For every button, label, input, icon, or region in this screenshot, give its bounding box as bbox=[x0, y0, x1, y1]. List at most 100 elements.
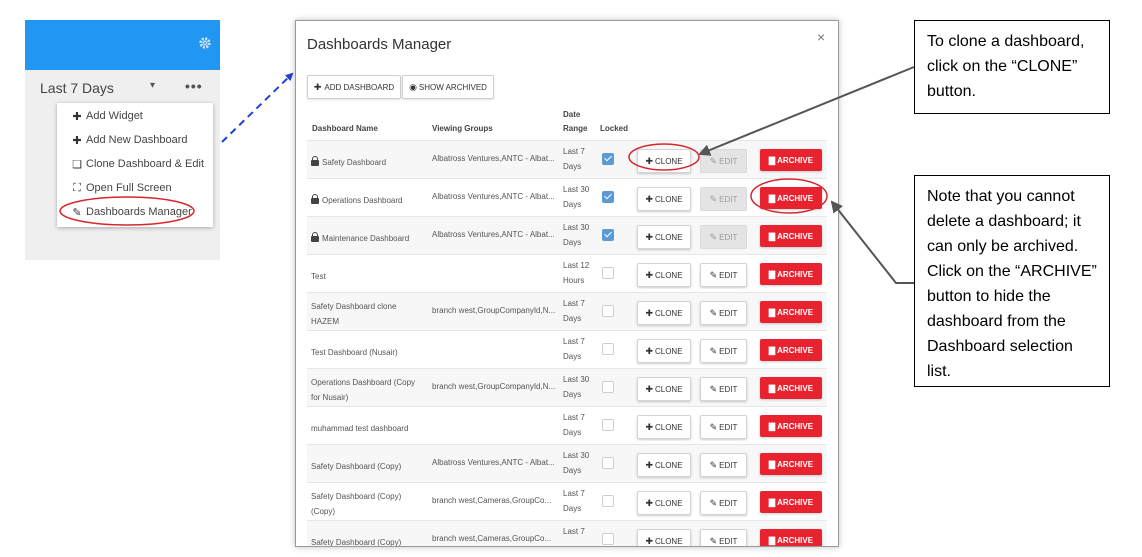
add-dashboard-button[interactable]: ✚ ADD DASHBOARD bbox=[307, 75, 401, 99]
dashboard-name-text: Test Dashboard (Nusair) bbox=[311, 347, 398, 357]
locked-checkbox[interactable] bbox=[602, 191, 614, 203]
edit-label: EDIT bbox=[719, 460, 738, 470]
viewing-groups: branch west,Cameras,GroupCo... bbox=[432, 534, 552, 543]
more-menu-icon[interactable]: ••• bbox=[185, 78, 203, 94]
clone-button[interactable]: ✚ CLONE bbox=[637, 339, 691, 363]
date-range-selector[interactable]: Last 7 Days bbox=[40, 80, 114, 96]
table-row: muhammad test dashboard Last 7 Days ✚ CLONE ✎… bbox=[307, 406, 827, 445]
clone-button[interactable]: ✚ CLONE bbox=[637, 529, 691, 546]
add-dashboard-label: ADD DASHBOARD bbox=[324, 82, 395, 92]
viewing-groups: branch west,Cameras,GroupCo... bbox=[432, 496, 552, 505]
clone-button[interactable]: ✚ CLONE bbox=[637, 149, 691, 173]
date-range: Last 7 Days bbox=[563, 486, 597, 516]
date-range-line-1: Last 7 bbox=[563, 527, 585, 536]
archive-button[interactable]: ▇ ARCHIVE bbox=[760, 149, 822, 171]
locked-checkbox[interactable] bbox=[602, 457, 614, 469]
chevron-down-icon[interactable]: ▾ bbox=[150, 80, 155, 91]
edit-button[interactable]: ✎ EDIT bbox=[700, 529, 747, 546]
table-row: Maintenance Dashboard Albatross Ventures,… bbox=[307, 216, 827, 255]
edit-label: EDIT bbox=[719, 156, 738, 166]
archive-button[interactable]: ▇ ARCHIVE bbox=[760, 225, 822, 247]
plus-icon: ✚ bbox=[645, 383, 653, 394]
table-row: Safety Dashboard (Copy) Albatross Venture… bbox=[307, 444, 827, 483]
edit-button[interactable]: ✎ EDIT bbox=[700, 225, 747, 249]
edit-button[interactable]: ✎ EDIT bbox=[700, 301, 747, 325]
clone-label: CLONE bbox=[654, 156, 683, 166]
dashboard-name-text: Safety Dashboard (Copy) bbox=[311, 461, 402, 471]
menu-item-label: Open Full Screen bbox=[86, 182, 172, 194]
locked-checkbox[interactable] bbox=[602, 343, 614, 355]
locked-checkbox[interactable] bbox=[602, 533, 614, 545]
edit-button[interactable]: ✎ EDIT bbox=[700, 339, 747, 363]
menu-item-label: Add New Dashboard bbox=[86, 134, 188, 146]
clone-button[interactable]: ✚ CLONE bbox=[637, 377, 691, 401]
edit-icon: ✎ bbox=[709, 307, 718, 318]
menu-item-dashboards-manager[interactable]: ✎ Dashboards Manager bbox=[71, 203, 191, 221]
clone-button[interactable]: ✚ CLONE bbox=[637, 415, 691, 439]
clone-button[interactable]: ✚ CLONE bbox=[637, 225, 691, 249]
edit-icon: ✎ bbox=[709, 383, 718, 394]
edit-icon: ✎ bbox=[709, 535, 718, 546]
dashboard-name: Test bbox=[311, 261, 421, 291]
table-row: Operations Dashboard Albatross Ventures,A… bbox=[307, 178, 827, 217]
gear-icon[interactable] bbox=[198, 36, 212, 50]
date-range: Last 7 Days bbox=[563, 334, 597, 364]
archive-label: ARCHIVE bbox=[777, 459, 814, 469]
trash-icon: ▇ bbox=[768, 231, 776, 241]
date-range-line-1: Last 30 bbox=[563, 375, 590, 384]
menu-item-clone-dashboard[interactable]: ❏ Clone Dashboard & Edit bbox=[71, 155, 204, 173]
archive-button[interactable]: ▇ ARCHIVE bbox=[760, 301, 822, 323]
edit-icon: ✎ bbox=[709, 345, 718, 356]
locked-checkbox[interactable] bbox=[602, 153, 614, 165]
archive-button[interactable]: ▇ ARCHIVE bbox=[760, 491, 822, 513]
archive-button[interactable]: ▇ ARCHIVE bbox=[760, 453, 822, 475]
dashboard-name: Safety Dashboard clone HAZEM bbox=[311, 299, 421, 329]
column-header-name: Dashboard Name bbox=[312, 124, 378, 133]
menu-item-add-new-dashboard[interactable]: ✚ Add New Dashboard bbox=[71, 131, 188, 149]
edit-button[interactable]: ✎ EDIT bbox=[700, 187, 747, 211]
archive-button[interactable]: ▇ ARCHIVE bbox=[760, 263, 822, 285]
edit-button[interactable]: ✎ EDIT bbox=[700, 453, 747, 477]
date-range-line-2: Days bbox=[563, 390, 582, 399]
date-range-line-1: Last 7 bbox=[563, 337, 585, 346]
clone-button[interactable]: ✚ CLONE bbox=[637, 453, 691, 477]
locked-checkbox[interactable] bbox=[602, 495, 614, 507]
date-range-line-1: Last 7 bbox=[563, 489, 585, 498]
archive-button[interactable]: ▇ ARCHIVE bbox=[760, 377, 822, 399]
dashboard-name: Operations Dashboard (Copy for Nusair) bbox=[311, 375, 421, 405]
clone-button[interactable]: ✚ CLONE bbox=[637, 187, 691, 211]
archive-button[interactable]: ▇ ARCHIVE bbox=[760, 415, 822, 437]
edit-button[interactable]: ✎ EDIT bbox=[700, 415, 747, 439]
date-range-line-2: Days bbox=[563, 428, 582, 437]
eye-icon: ◉ bbox=[409, 81, 417, 92]
edit-button[interactable]: ✎ EDIT bbox=[700, 263, 747, 287]
locked-checkbox[interactable] bbox=[602, 229, 614, 241]
edit-button[interactable]: ✎ EDIT bbox=[700, 377, 747, 401]
table-row: Safety Dashboard (Copy) branch west,Camer… bbox=[307, 520, 827, 546]
edit-label: EDIT bbox=[719, 384, 738, 394]
locked-checkbox[interactable] bbox=[602, 305, 614, 317]
edit-button[interactable]: ✎ EDIT bbox=[700, 149, 747, 173]
clone-button[interactable]: ✚ CLONE bbox=[637, 491, 691, 515]
locked-checkbox[interactable] bbox=[602, 381, 614, 393]
menu-item-open-full-screen[interactable]: ⛶ Open Full Screen bbox=[71, 179, 172, 197]
clone-button[interactable]: ✚ CLONE bbox=[637, 263, 691, 287]
archive-button[interactable]: ▇ ARCHIVE bbox=[760, 187, 822, 209]
edit-button[interactable]: ✎ EDIT bbox=[700, 491, 747, 515]
plus-icon: ✚ bbox=[72, 134, 82, 147]
clone-label: CLONE bbox=[654, 346, 683, 356]
locked-checkbox[interactable] bbox=[602, 267, 614, 279]
clone-button[interactable]: ✚ CLONE bbox=[637, 301, 691, 325]
dashboard-name-text: Safety Dashboard (Copy) (Copy) bbox=[311, 492, 402, 516]
archive-button[interactable]: ▇ ARCHIVE bbox=[760, 529, 822, 546]
plus-icon: ✚ bbox=[645, 155, 653, 166]
archive-button[interactable]: ▇ ARCHIVE bbox=[760, 339, 822, 361]
plus-icon: ✚ bbox=[645, 345, 653, 356]
date-range-line-2: Days bbox=[563, 352, 582, 361]
plus-icon: ✚ bbox=[645, 497, 653, 508]
show-archived-button[interactable]: ◉ SHOW ARCHIVED bbox=[402, 75, 494, 99]
archive-label: ARCHIVE bbox=[777, 269, 814, 279]
menu-item-add-widget[interactable]: ✚ Add Widget bbox=[71, 107, 142, 125]
locked-checkbox[interactable] bbox=[602, 419, 614, 431]
close-icon[interactable]: × bbox=[817, 29, 825, 45]
